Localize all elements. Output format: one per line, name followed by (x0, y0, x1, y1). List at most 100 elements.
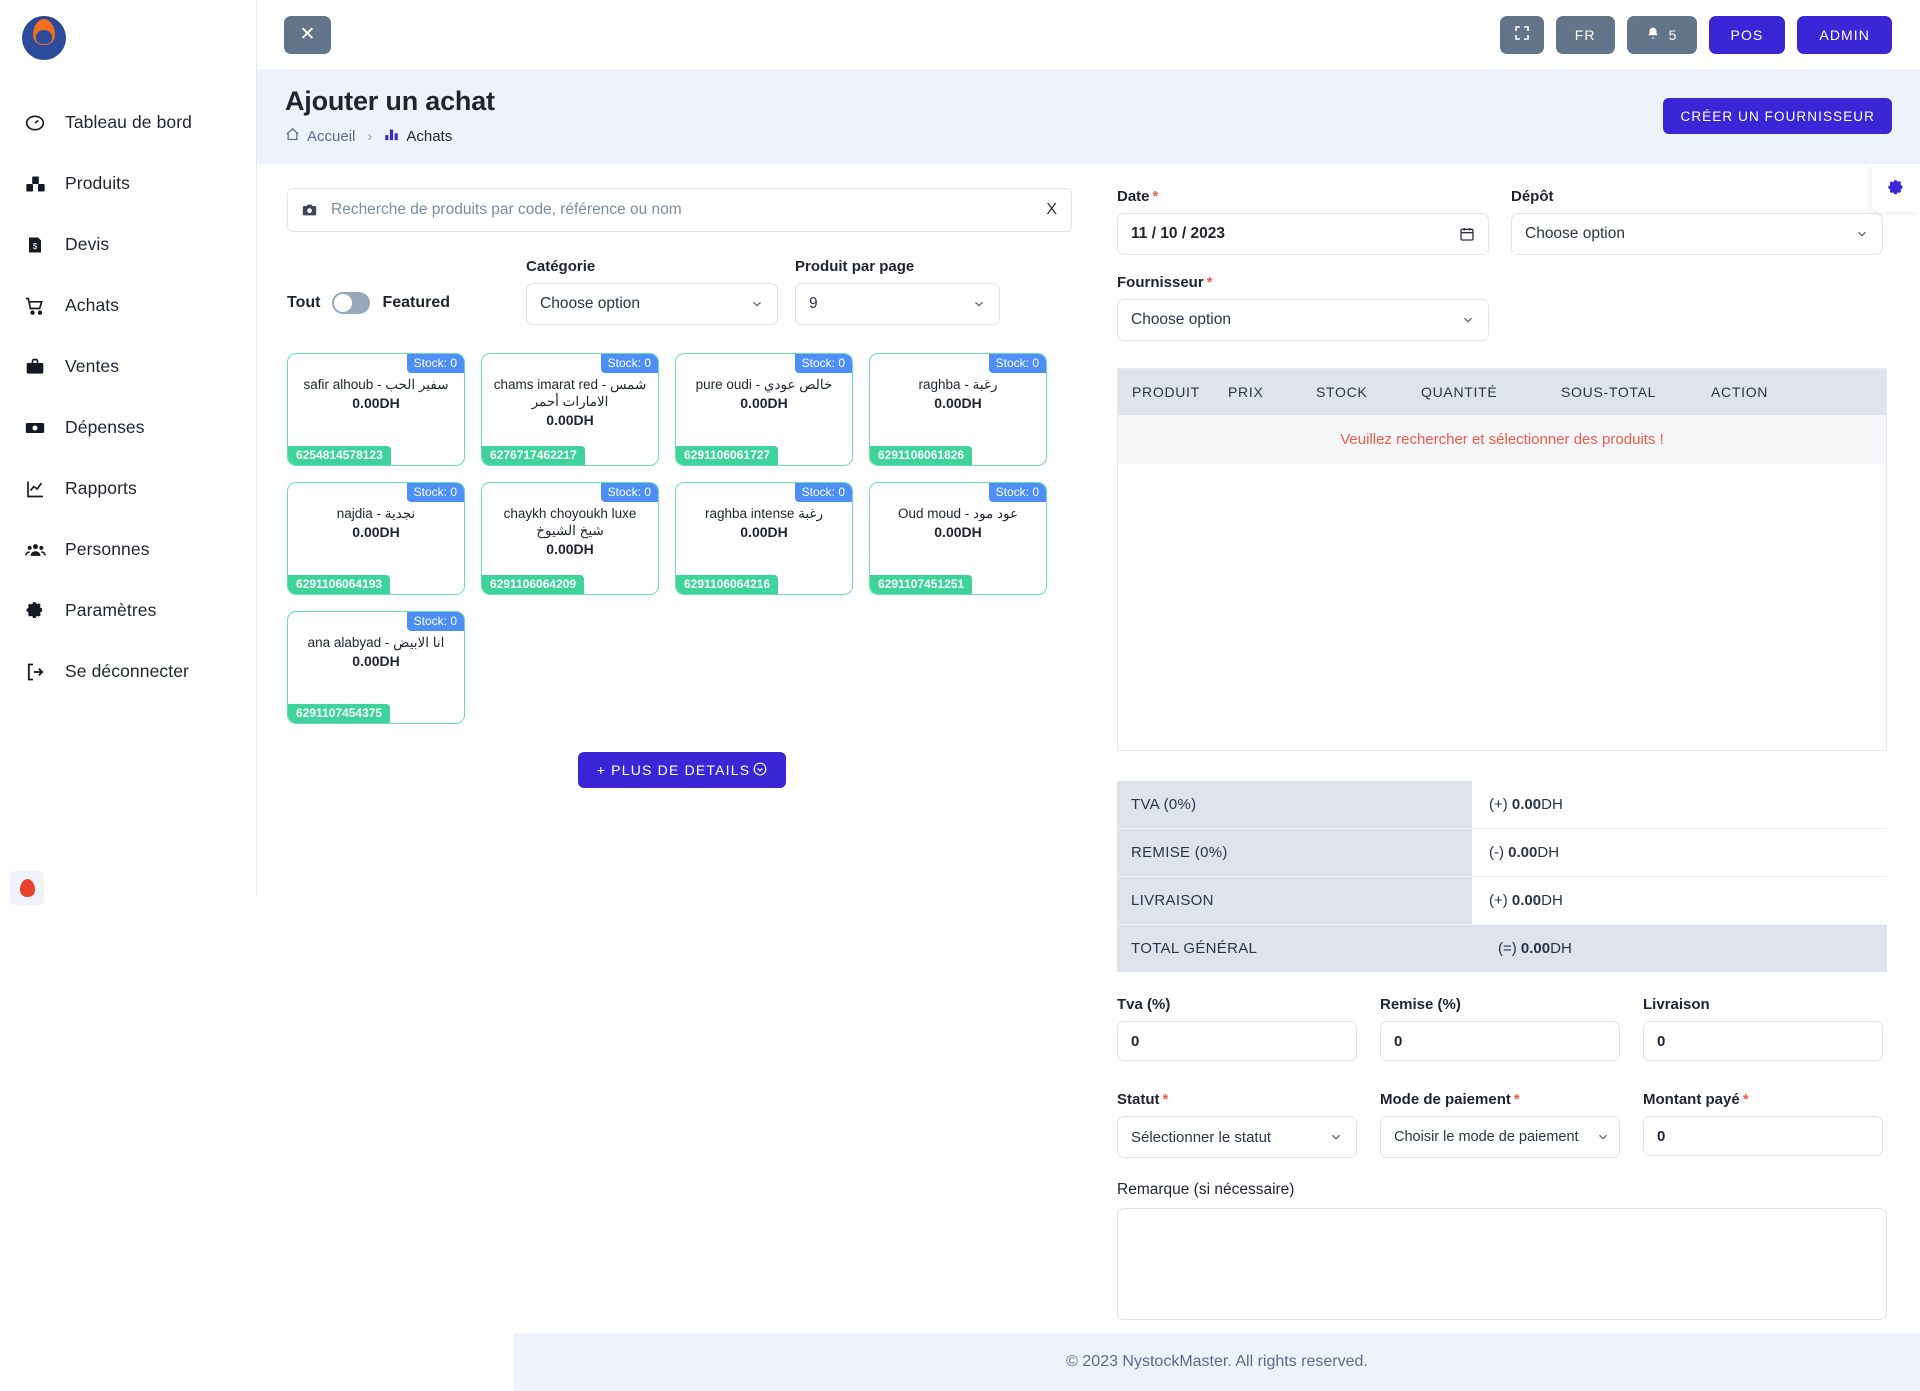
create-supplier-button[interactable]: CRÉER UN FOURNISSEUR (1663, 98, 1892, 134)
product-price: 0.00DH (870, 395, 1046, 411)
flame-logo (22, 16, 66, 60)
statut-select[interactable]: Sélectionner le statut (1117, 1116, 1357, 1158)
col-action: ACTION (1711, 369, 1886, 415)
notifications-button[interactable]: 5 (1627, 16, 1697, 54)
tva-input[interactable] (1117, 1021, 1357, 1061)
close-button[interactable]: ✕ (284, 16, 331, 54)
remise-value: (-) 0.00DH (1472, 829, 1887, 877)
product-code: 6291106064193 (288, 575, 390, 594)
product-card[interactable]: Stock: 0 safir alhoub - سفير الحب 0.00DH… (287, 353, 465, 466)
search-clear-button[interactable]: X (1038, 201, 1057, 219)
settings-gear-button[interactable] (1872, 164, 1920, 212)
more-details-button[interactable]: + PLUS DE DETAILS (578, 752, 787, 788)
totals-row-grand: TOTAL GÉNÉRAL (=) 0.00DH (1117, 925, 1887, 973)
date-field: Date* 11 / 10 / 2023 (1117, 188, 1489, 255)
search-input[interactable] (331, 201, 1038, 219)
product-price: 0.00DH (870, 524, 1046, 540)
date-input[interactable]: 11 / 10 / 2023 (1117, 213, 1489, 255)
featured-toggle-group: Tout Featured (287, 281, 450, 325)
product-card[interactable]: Stock: 0 Oud moud - عود مود 0.00DH 62911… (869, 482, 1047, 595)
app-root: Tableau de bord Produits $ Devis Achats (0, 0, 1920, 1391)
chevron-down-icon (1329, 1130, 1343, 1144)
remise-input-label: Remise (%) (1380, 996, 1620, 1013)
product-card[interactable]: Stock: 0 raghba intense رغبة 0.00DH 6291… (675, 482, 853, 595)
logo-wrapper[interactable] (0, 0, 256, 70)
sidebar-item-rapports[interactable]: Rapports (0, 458, 256, 519)
fournisseur-select[interactable]: Choose option (1117, 299, 1489, 341)
grand-total-value: (=) 0.00DH (1472, 925, 1887, 973)
product-code: 6291106061727 (676, 446, 778, 465)
camera-icon[interactable] (301, 202, 318, 218)
mode-paiement-select[interactable]: Choisir le mode de paiement (1380, 1116, 1620, 1158)
admin-button[interactable]: ADMIN (1797, 16, 1892, 54)
gear-icon (1887, 179, 1905, 197)
calendar-icon[interactable] (1459, 226, 1475, 242)
chevron-down-icon (972, 297, 986, 311)
tva-input-label: Tva (%) (1117, 996, 1357, 1013)
stock-badge: Stock: 0 (795, 354, 852, 373)
totals-row-remise: REMISE (0%) (-) 0.00DH (1117, 829, 1887, 877)
pos-button[interactable]: POS (1709, 16, 1786, 54)
depot-select[interactable]: Choose option (1511, 213, 1883, 255)
sidebar-item-produits[interactable]: Produits (0, 153, 256, 214)
breadcrumb-current-label: Achats (406, 128, 452, 145)
livraison-input[interactable] (1643, 1021, 1883, 1061)
fullscreen-icon (1514, 25, 1530, 44)
col-produit: PRODUIT (1118, 369, 1228, 415)
sidebar-item-achats[interactable]: Achats (0, 275, 256, 336)
sidebar-item-se-deconnecter[interactable]: Se déconnecter (0, 641, 256, 702)
per-page-select[interactable]: 9 (795, 283, 1000, 325)
sidebar-item-devis[interactable]: $ Devis (0, 214, 256, 275)
stock-badge: Stock: 0 (601, 483, 658, 502)
sidebar: Tableau de bord Produits $ Devis Achats (0, 0, 257, 895)
chevron-circle-down-icon (753, 762, 767, 779)
required-marker: * (1207, 274, 1213, 291)
product-card[interactable]: Stock: 0 raghba - رغبة 0.00DH 6291106061… (869, 353, 1047, 466)
product-card[interactable]: Stock: 0 pure oudi - خالص عودي 0.00DH 62… (675, 353, 853, 466)
product-card[interactable]: Stock: 0 najdia - نجدية 0.00DH 629110606… (287, 482, 465, 595)
product-search-box[interactable]: X (287, 188, 1072, 232)
sidebar-item-personnes[interactable]: Personnes (0, 519, 256, 580)
product-price: 0.00DH (288, 653, 464, 669)
main-area: ✕ FR 5 POS ADMIN (257, 0, 1920, 1391)
product-card[interactable]: Stock: 0 chams imarat red - شمس الامارات… (481, 353, 659, 466)
svg-text:$: $ (33, 241, 38, 250)
cart-icon (22, 296, 48, 316)
product-card[interactable]: Stock: 0 ana alabyad - انا الابيض 0.00DH… (287, 611, 465, 724)
depot-value: Choose option (1525, 225, 1625, 243)
sidebar-item-tableau-de-bord[interactable]: Tableau de bord (0, 92, 256, 153)
featured-toggle[interactable] (332, 292, 370, 314)
category-select[interactable]: Choose option (526, 283, 778, 325)
tva-amount: 0.00 (1512, 796, 1541, 813)
breadcrumb-home[interactable]: Accueil (285, 127, 355, 146)
remise-input[interactable] (1380, 1021, 1620, 1061)
topbar: ✕ FR 5 POS ADMIN (257, 0, 1920, 70)
product-card[interactable]: Stock: 0 chaykh choyoukh luxe شيخ الشيوخ… (481, 482, 659, 595)
remise-label: REMISE (0%) (1117, 829, 1472, 877)
chart-bars-icon (384, 127, 399, 146)
stock-badge: Stock: 0 (795, 483, 852, 502)
fullscreen-button[interactable] (1500, 16, 1544, 54)
remise-amount: 0.00 (1508, 844, 1537, 861)
breadcrumb-achats[interactable]: Achats (384, 127, 452, 146)
category-label: Catégorie (526, 258, 778, 275)
dashboard-icon (22, 113, 48, 133)
sidebar-item-parametres[interactable]: Paramètres (0, 580, 256, 641)
bell-icon (1646, 26, 1660, 44)
sidebar-item-ventes[interactable]: Ventes (0, 336, 256, 397)
remark-textarea[interactable] (1117, 1208, 1887, 1320)
language-button[interactable]: FR (1556, 16, 1615, 54)
tva-remise-livraison-row: Tva (%) Remise (%) Livraison (1117, 996, 1890, 1061)
more-details-label: + PLUS DE DETAILS (597, 762, 751, 778)
per-page-value: 9 (809, 295, 818, 313)
sidebar-label: Produits (65, 173, 130, 194)
sidebar-label: Dépenses (65, 417, 145, 438)
product-price: 0.00DH (482, 541, 658, 557)
montant-paye-label: Montant payé* (1643, 1091, 1883, 1108)
product-code: 6291106064216 (676, 575, 778, 594)
sidebar-label: Se déconnecter (65, 661, 189, 682)
topbar-actions: FR 5 POS ADMIN (1500, 16, 1892, 54)
sidebar-item-depenses[interactable]: Dépenses (0, 397, 256, 458)
product-code: 6291106064209 (482, 575, 584, 594)
montant-paye-input[interactable] (1643, 1116, 1883, 1156)
